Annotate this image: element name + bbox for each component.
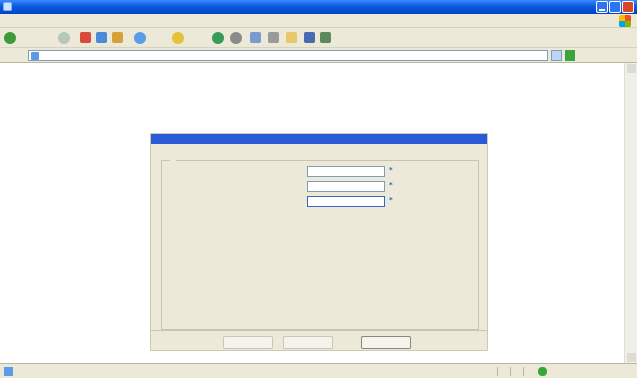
- menu-favorites[interactable]: [84, 17, 102, 23]
- search-icon[interactable]: [134, 32, 146, 44]
- dialog-header: [151, 134, 487, 144]
- menu-tools[interactable]: [110, 17, 128, 23]
- favorites-icon[interactable]: [172, 32, 184, 44]
- page-icon: [31, 52, 39, 60]
- field-label: [166, 183, 306, 191]
- history-icon[interactable]: [230, 32, 242, 44]
- title-bar: [0, 0, 637, 14]
- window-controls: [596, 1, 634, 13]
- status-divider: [497, 367, 498, 376]
- go-icon[interactable]: [565, 50, 575, 61]
- close-button[interactable]: [622, 1, 634, 13]
- browser-window: * * *: [0, 0, 637, 378]
- text-field[interactable]: [307, 181, 385, 192]
- maximize-button[interactable]: [609, 1, 621, 13]
- links-button[interactable]: [604, 51, 628, 59]
- settings-group: * * *: [161, 157, 479, 330]
- scroll-up-icon[interactable]: [627, 64, 636, 73]
- go-button-label[interactable]: [578, 51, 598, 59]
- menu-file[interactable]: [6, 17, 24, 23]
- stop-icon[interactable]: [80, 32, 91, 43]
- home-icon[interactable]: [112, 32, 123, 43]
- discuss-icon[interactable]: [304, 32, 315, 43]
- menu-edit[interactable]: [32, 17, 50, 23]
- status-page-icon: [4, 367, 13, 376]
- form-row: *: [166, 196, 476, 208]
- standard-toolbar: [0, 28, 637, 48]
- address-bar: [0, 48, 637, 63]
- setup-dialog: * * *: [150, 133, 488, 351]
- browser-app-icon: [3, 2, 12, 11]
- address-input[interactable]: [28, 50, 548, 61]
- group-legend: [170, 157, 176, 165]
- mail-icon[interactable]: [250, 32, 261, 43]
- text-field[interactable]: [307, 166, 385, 177]
- form-row: *: [166, 181, 476, 193]
- help-icon[interactable]: *: [389, 167, 396, 174]
- menu-help[interactable]: [136, 17, 154, 23]
- status-bar: [0, 363, 637, 378]
- zone-label: [550, 367, 580, 375]
- button-divider: [151, 330, 487, 331]
- back-button[interactable]: [223, 336, 273, 349]
- minimize-button[interactable]: [596, 1, 608, 13]
- scroll-down-icon[interactable]: [627, 353, 636, 362]
- address-dropdown-button[interactable]: [551, 50, 562, 61]
- menu-bar: [0, 14, 637, 28]
- internet-zone-icon: [538, 367, 547, 376]
- vertical-scrollbar[interactable]: [624, 63, 637, 363]
- print-icon[interactable]: [268, 32, 279, 43]
- back-icon[interactable]: [4, 32, 16, 44]
- help-icon[interactable]: *: [389, 197, 396, 204]
- edit-icon[interactable]: [286, 32, 297, 43]
- refresh-icon[interactable]: [96, 32, 107, 43]
- windows-logo-icon: [619, 15, 631, 27]
- page-content: * * *: [0, 63, 624, 363]
- messenger-icon[interactable]: [320, 32, 331, 43]
- menu-view[interactable]: [58, 17, 76, 23]
- help-icon[interactable]: *: [389, 182, 396, 189]
- text-field[interactable]: [307, 196, 385, 207]
- menu-items: [6, 17, 154, 23]
- field-label: [166, 198, 306, 206]
- status-divider: [510, 367, 511, 376]
- forward-icon[interactable]: [58, 32, 70, 44]
- media-icon[interactable]: [212, 32, 224, 44]
- next-button[interactable]: [283, 336, 333, 349]
- cancel-button[interactable]: [361, 336, 411, 349]
- form-row: *: [166, 166, 476, 178]
- status-divider: [523, 367, 524, 376]
- field-label: [166, 168, 306, 176]
